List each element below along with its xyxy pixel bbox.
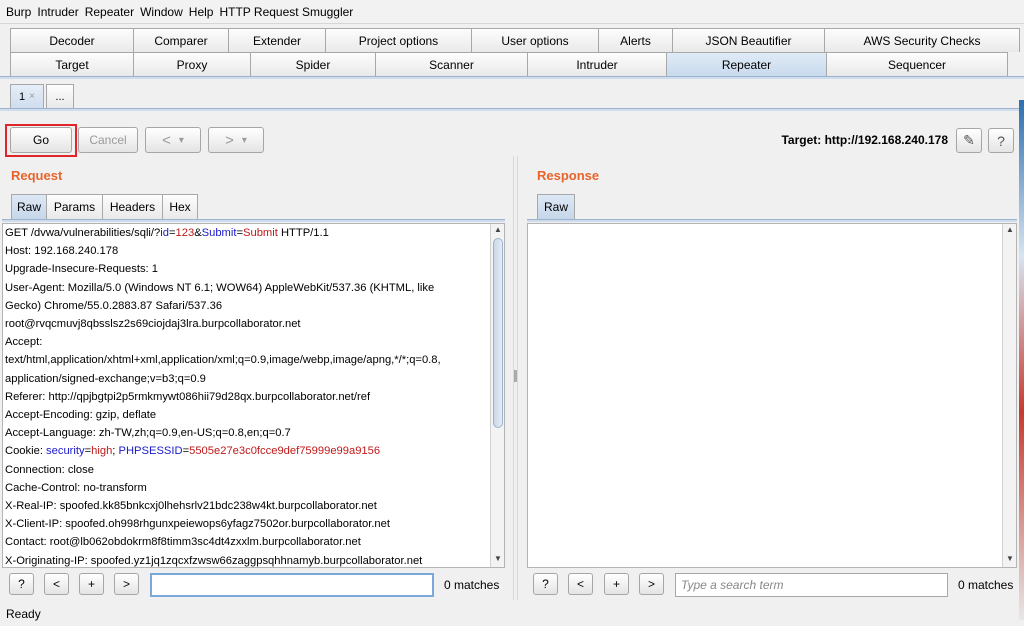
repeater-tab-1[interactable]: 1 × [10,84,44,108]
response-editor[interactable]: ▲ ▼ [527,223,1017,568]
tab-sequencer[interactable]: Sequencer [826,52,1008,76]
scroll-up-icon[interactable]: ▲ [1003,225,1017,237]
scroll-up-icon[interactable]: ▲ [491,225,504,237]
chevron-left-icon: < [162,131,171,149]
background-window-edge [1019,100,1024,620]
request-text: GET /dvwa/vulnerabilities/sqli/?id=123&S… [5,224,491,567]
repeater-tab-underline [0,108,1024,111]
request-tab-raw[interactable]: Raw [11,194,47,219]
tab-repeater[interactable]: Repeater [666,52,827,76]
header-line: X-Originating-IP: spoofed.yz1jq1zqcxfzws… [5,554,423,567]
response-search-input[interactable] [675,573,948,597]
request-tab-hex[interactable]: Hex [162,194,198,219]
target-label: Target: http://192.168.240.178 [781,133,948,147]
tab-user-options[interactable]: User options [471,28,599,52]
tab-row-tools: Decoder Comparer Extender Project option… [10,28,1020,52]
header-line: text/html,application/xhtml+xml,applicat… [5,354,441,367]
tab-project-options[interactable]: Project options [325,28,472,52]
request-editor[interactable]: GET /dvwa/vulnerabilities/sqli/?id=123&S… [2,223,505,568]
request-line: GET /dvwa/vulnerabilities/sqli/?id=123&S… [5,227,329,239]
request-tab-headers[interactable]: Headers [102,194,163,219]
forward-button[interactable]: > ▾ [208,127,264,153]
tab-scanner[interactable]: Scanner [375,52,528,76]
chevron-right-icon: > [225,131,234,149]
request-tabs: Raw Params Headers Hex [11,194,198,219]
dropdown-arrow-icon: ▾ [241,134,247,146]
tab-json-beautifier[interactable]: JSON Beautifier [672,28,825,52]
header-line: X-Client-IP: spoofed.oh998rhgunxpeiewops… [5,518,390,531]
header-line: Host: 192.168.240.178 [5,245,119,258]
scroll-thumb[interactable] [493,238,503,428]
request-scrollbar[interactable]: ▲ ▼ [490,224,504,567]
tab-intruder[interactable]: Intruder [527,52,667,76]
header-line: Connection: close [5,463,94,476]
menu-window[interactable]: Window [140,5,183,19]
cookie-line: Cookie: security=high; PHPSESSID=5505e27… [5,445,381,458]
scroll-down-icon[interactable]: ▼ [491,554,504,566]
request-search-input[interactable] [150,573,434,597]
menu-repeater[interactable]: Repeater [85,5,134,19]
menu-http-request-smuggler[interactable]: HTTP Request Smuggler [219,5,353,19]
tab-target[interactable]: Target [10,52,134,76]
request-tab-underline [2,219,505,222]
tab-decoder[interactable]: Decoder [10,28,134,52]
header-line: Accept-Language: zh-TW,zh;q=0.9,en-US;q=… [5,427,291,440]
splitter-grip[interactable] [514,370,517,382]
header-line: Accept-Encoding: gzip, deflate [5,409,157,422]
menu-intruder[interactable]: Intruder [37,5,78,19]
response-matches-count: 0 matches [958,578,1014,592]
response-search-options-button[interactable]: + [604,573,629,595]
header-line: root@rvqcmuvj8qbsslsz2s69ciojdaj3lra.bur… [5,318,301,331]
repeater-tab-1-label: 1 [19,90,26,103]
menu-burp[interactable]: Burp [6,5,31,19]
tab-proxy[interactable]: Proxy [133,52,251,76]
help-button[interactable]: ? [988,128,1014,153]
header-line: Upgrade-Insecure-Requests: 1 [5,263,158,276]
cancel-button[interactable]: Cancel [78,127,138,153]
response-search-prev-button[interactable]: < [568,573,593,595]
header-line: X-Real-IP: spoofed.kk85bnkcxj0lhehsrlv21… [5,500,377,513]
header-line: application/signed-exchange;v=b3;q=0.9 [5,372,206,385]
edit-target-button[interactable]: ✎ [956,128,982,153]
tab-aws-security-checks[interactable]: AWS Security Checks [824,28,1020,52]
pencil-icon: ✎ [963,132,975,148]
tab-row-main: Target Proxy Spider Scanner Intruder Rep… [10,52,1008,76]
go-button[interactable]: Go [10,127,72,153]
response-scrollbar[interactable]: ▲ ▼ [1002,224,1016,567]
header-line: Gecko) Chrome/55.0.2883.87 Safari/537.36 [5,299,223,312]
header-line: User-Agent: Mozilla/5.0 (Windows NT 6.1;… [5,281,435,294]
tab-underline [0,76,1024,79]
tab-comparer[interactable]: Comparer [133,28,229,52]
response-search-help-button[interactable]: ? [533,573,558,595]
menu-help[interactable]: Help [189,5,214,19]
dropdown-arrow-icon: ▾ [178,134,184,146]
help-icon: ? [997,132,1005,149]
status-text: Ready [6,607,41,621]
response-title: Response [537,168,600,183]
menu-bar: Burp Intruder Repeater Window Help HTTP … [0,0,1024,24]
repeater-tab-new[interactable]: ... [46,84,74,108]
response-search-next-button[interactable]: > [639,573,664,595]
request-search-options-button[interactable]: + [79,573,104,595]
request-search-help-button[interactable]: ? [9,573,34,595]
header-line: Referer: http://qpjbgtpi2p5rmkmywt086hii… [5,390,371,403]
close-icon[interactable]: × [29,91,35,102]
header-line: Accept: [5,336,43,349]
scroll-down-icon[interactable]: ▼ [1003,554,1017,566]
response-tab-underline [527,219,1017,222]
tab-extender[interactable]: Extender [228,28,326,52]
request-search-prev-button[interactable]: < [44,573,69,595]
back-button[interactable]: < ▾ [145,127,201,153]
tab-spider[interactable]: Spider [250,52,376,76]
header-line: Cache-Control: no-transform [5,481,147,494]
response-tabs: Raw [537,194,575,219]
response-tab-raw[interactable]: Raw [537,194,575,219]
tab-alerts[interactable]: Alerts [598,28,673,52]
request-matches-count: 0 matches [444,578,500,592]
request-search-next-button[interactable]: > [114,573,139,595]
header-line: Contact: root@lb062obdokrm8f8timm3sc4dt4… [5,536,361,549]
request-tab-params[interactable]: Params [46,194,103,219]
repeater-tabs: 1 × ... [10,84,76,108]
request-title: Request [11,168,63,183]
